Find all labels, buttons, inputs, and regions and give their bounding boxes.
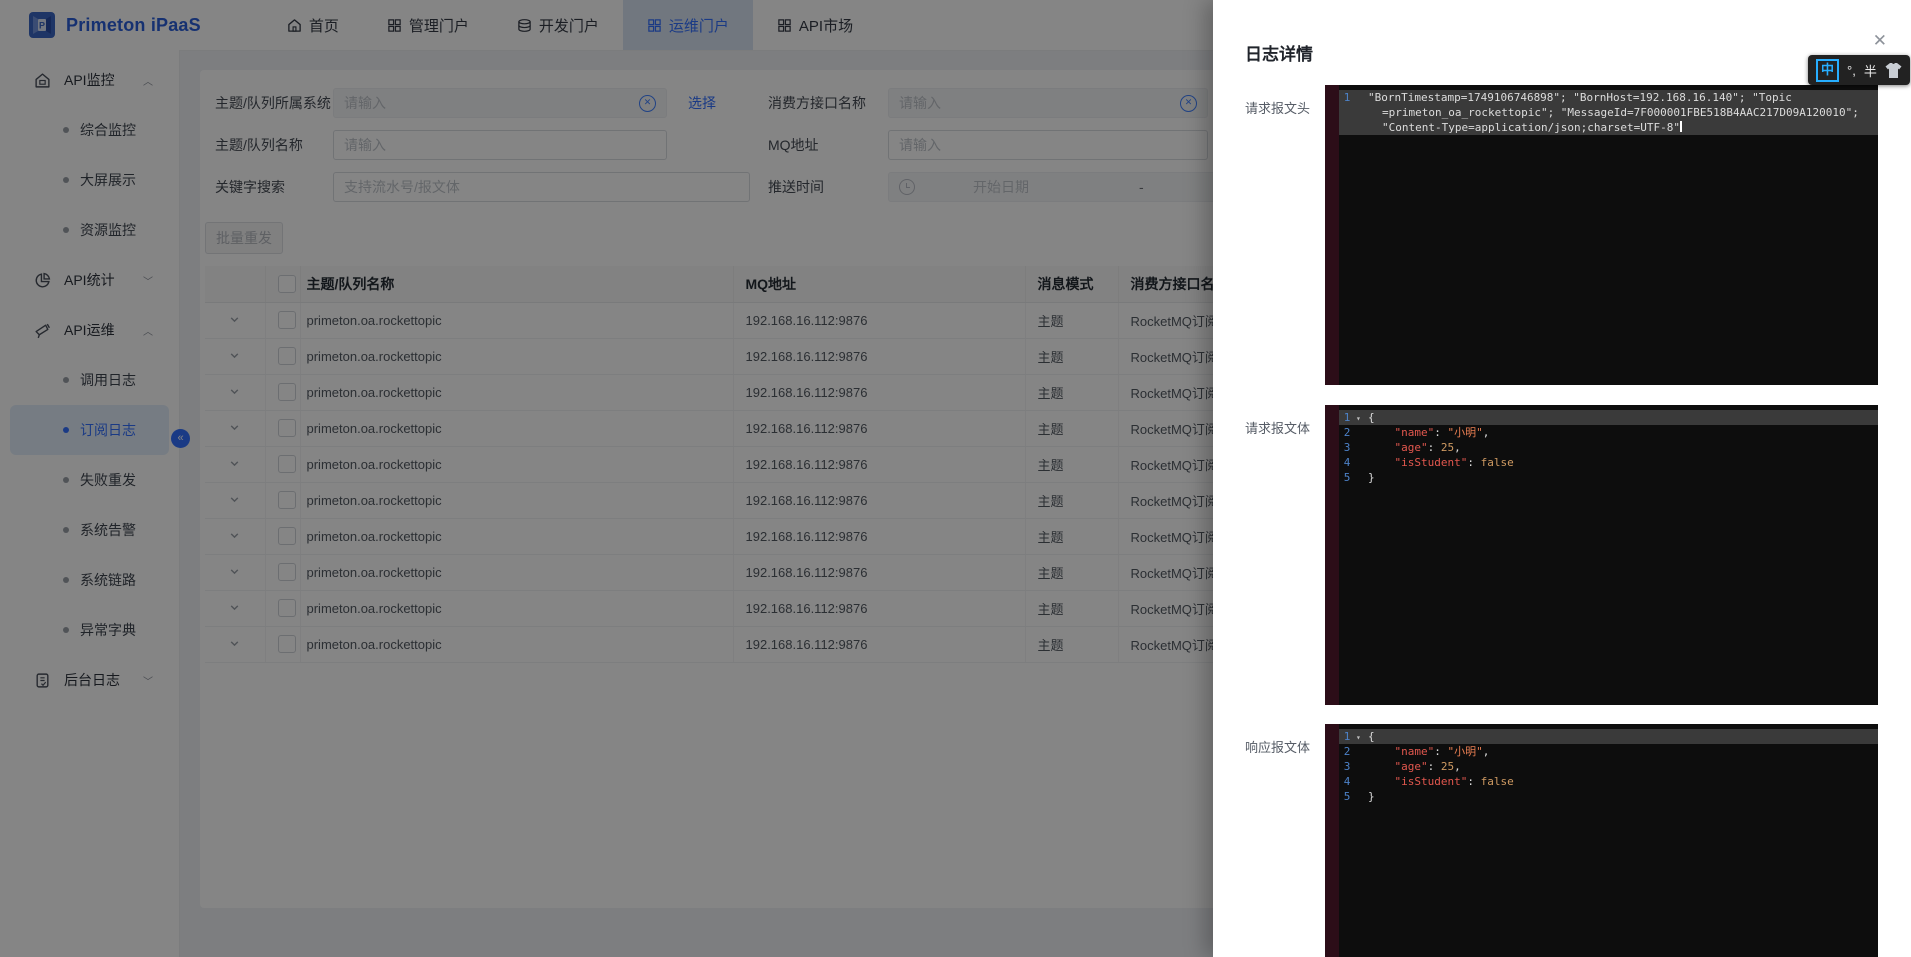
section-label: 请求报文头 <box>1245 98 1310 117</box>
code-line: =primeton_oa_rockettopic"; "MessageId=7F… <box>1325 105 1878 120</box>
line-number: 2 <box>1325 425 1355 440</box>
ime-language-mode[interactable]: 中 <box>1816 59 1839 82</box>
code-line: 2 "name": "小明", <box>1325 425 1878 440</box>
code-line: 1"BornTimestamp=1749106746898"; "BornHos… <box>1325 90 1878 105</box>
line-number: 3 <box>1325 759 1355 774</box>
line-number: 1 <box>1325 410 1355 425</box>
line-number <box>1325 105 1355 120</box>
section-label: 响应报文体 <box>1245 737 1310 756</box>
fold-icon[interactable]: ▾ <box>1356 411 1361 426</box>
code-line: 5} <box>1325 789 1878 804</box>
line-number <box>1325 120 1355 135</box>
fold-icon[interactable]: ▾ <box>1356 730 1361 745</box>
text-cursor <box>1680 121 1682 132</box>
section-label: 请求报文体 <box>1245 418 1310 437</box>
ime-width-mode[interactable]: 半 <box>1864 61 1877 80</box>
line-number: 1 <box>1325 729 1355 744</box>
code-line: 1▾{ <box>1325 410 1878 425</box>
code-editor[interactable]: 1▾{2 "name": "小明",3 "age": 25,4 "isStude… <box>1325 405 1878 705</box>
code-line: 2 "name": "小明", <box>1325 744 1878 759</box>
line-number: 5 <box>1325 789 1355 804</box>
code-line: "Content-Type=application/json;charset=U… <box>1325 120 1878 135</box>
line-number: 5 <box>1325 470 1355 485</box>
code-line: 4 "isStudent": false <box>1325 455 1878 470</box>
code-line: 1▾{ <box>1325 729 1878 744</box>
code-editor[interactable]: 1"BornTimestamp=1749106746898"; "BornHos… <box>1325 85 1878 385</box>
line-number: 4 <box>1325 774 1355 789</box>
app-window: P Primeton iPaaS 首页 管理门户 <box>0 0 1911 957</box>
line-number: 2 <box>1325 744 1355 759</box>
ime-skin-icon[interactable] <box>1885 63 1902 78</box>
ime-punctuation-mode[interactable]: °, <box>1847 63 1856 78</box>
drawer-title: 日志详情 <box>1245 40 1313 65</box>
code-line: 3 "age": 25, <box>1325 759 1878 774</box>
line-number: 4 <box>1325 455 1355 470</box>
code-line: 5} <box>1325 470 1878 485</box>
log-detail-drawer: 日志详情 ✕ 请求报文头 1"BornTimestamp=174910674689… <box>1213 0 1911 957</box>
code-line: 4 "isStudent": false <box>1325 774 1878 789</box>
code-line: 3 "age": 25, <box>1325 440 1878 455</box>
close-icon[interactable]: ✕ <box>1873 32 1887 49</box>
line-number: 3 <box>1325 440 1355 455</box>
code-editor[interactable]: 1▾{2 "name": "小明",3 "age": 25,4 "isStude… <box>1325 724 1878 957</box>
ime-toolbar: 中 °, 半 <box>1808 55 1910 85</box>
line-number: 1 <box>1325 90 1355 105</box>
